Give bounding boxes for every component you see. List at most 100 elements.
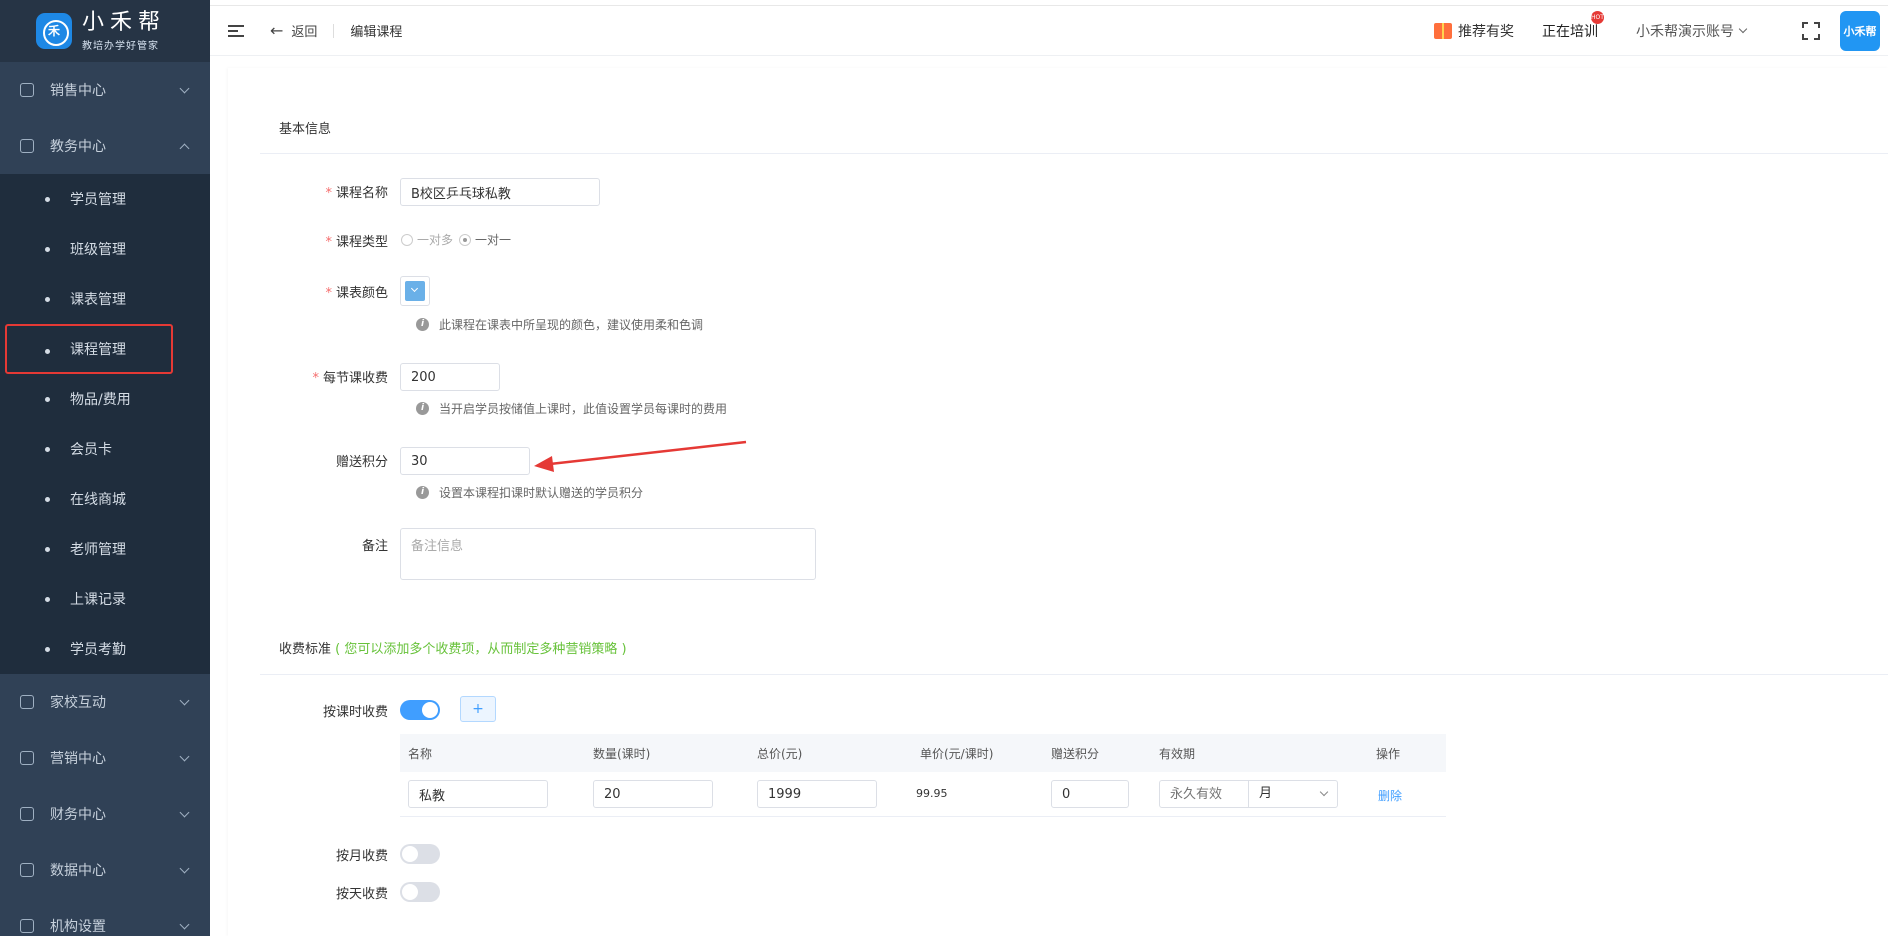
chevron-down-icon [179,919,190,930]
sidebar-item-label: 财务中心 [50,807,106,823]
divider [260,153,1888,154]
points-input[interactable] [400,447,530,475]
course-name-input[interactable] [400,178,600,206]
info-icon: i [416,486,429,499]
validity-input[interactable] [1159,780,1249,808]
column-header: 单价(元/课时) [920,747,994,761]
fee-hint: i 当开启学员按储值上课时，此值设置学员每课时的费用 [416,400,727,417]
fee-name-input[interactable] [408,780,548,808]
column-header: 名称 [408,747,433,761]
charging-title: 收费标准 ( 您可以添加多个收费项，从而制定多种营销策略 ) [279,642,627,657]
sidebar: 小禾帮 教培办学好管家 销售中心 教务中心 学员管理 班级管理 课表管理 课程管… [0,0,210,936]
divider [333,23,335,38]
points-label: 赠送积分 [335,455,388,470]
radio-label: 一对多 [417,233,454,247]
sidebar-item-label: 机构设置 [50,919,106,935]
course-type-radio-group: 一对多 一对一 [401,231,511,248]
sidebar-item-marketing[interactable]: 营销中心 [0,730,210,786]
fullscreen-icon[interactable] [1802,21,1820,40]
sidebar-item-attendance[interactable]: 学员考勤 [0,624,210,674]
radio-one-to-many[interactable] [401,233,413,246]
sidebar-item-label: 家校互动 [50,695,106,711]
column-header: 总价(元) [757,747,803,761]
sidebar-item-students[interactable]: 学员管理 [0,174,210,224]
logo-title: 小禾帮 [82,9,167,35]
sidebar-item-online-mall[interactable]: 在线商城 [0,474,210,524]
fee-total-input[interactable] [757,780,877,808]
validity-unit-select[interactable]: 月 [1248,780,1338,808]
unit-price: 99.95 [916,787,948,800]
fee-quantity-input[interactable] [593,780,713,808]
by-month-switch[interactable] [400,844,440,864]
fee-table-header: 名称 数量(课时) 总价(元) 单价(元/课时) 赠送积分 有效期 操作 [400,734,1446,772]
account-menu[interactable]: 小禾帮演示账号 [1636,21,1734,41]
logo[interactable]: 小禾帮 教培办学好管家 [0,0,210,62]
column-header: 赠送积分 [1051,747,1100,761]
hot-badge: HOT [1591,10,1604,24]
sidebar-item-classes[interactable]: 班级管理 [0,224,210,274]
color-label: * 课表颜色 [325,286,388,301]
basic-info-title: 基本信息 [279,122,332,137]
chevron-down-icon [179,863,190,874]
color-picker[interactable] [400,276,430,306]
fee-per-lesson-label: * 每节课收费 [312,371,388,386]
by-lesson-label: 按课时收费 [322,705,388,720]
sidebar-item-settings[interactable]: 机构设置 [0,898,210,936]
radio-label: 一对一 [475,233,512,247]
remark-textarea[interactable]: 备注信息 [400,528,816,580]
chevron-down-icon [1319,787,1329,797]
recommend-link[interactable]: 推荐有奖 [1458,21,1514,41]
remark-label: 备注 [361,539,388,554]
sidebar-item-data[interactable]: 数据中心 [0,842,210,898]
gear-icon [20,919,34,933]
sidebar-item-label: 营销中心 [50,751,106,767]
back-arrow-icon[interactable]: ← [270,21,283,40]
course-type-label: * 课程类型 [325,235,388,250]
color-swatch [405,281,425,301]
fee-points-input[interactable] [1051,780,1129,808]
sidebar-item-academic[interactable]: 教务中心 [0,118,210,174]
chevron-down-icon [179,695,190,706]
add-fee-button[interactable]: + [460,696,496,722]
course-name-label: * 课程名称 [325,186,388,201]
annotation-arrow [534,440,747,472]
info-icon: i [416,402,429,415]
chart-icon [20,863,34,877]
sidebar-item-home-school[interactable]: 家校互动 [0,674,210,730]
sidebar-item-goods-fees[interactable]: 物品/费用 [0,374,210,424]
header: ← 返回 编辑课程 推荐有奖 正在培训 HOT 小禾帮演示账号 小禾帮 [210,6,1888,56]
by-day-label: 按天收费 [335,887,388,902]
chevron-up-icon [179,143,190,154]
share-icon [20,751,34,765]
sidebar-item-label: 教务中心 [50,139,106,155]
sidebar-item-member-card[interactable]: 会员卡 [0,424,210,474]
avatar[interactable]: 小禾帮 [1840,10,1880,51]
gift-icon [1434,22,1452,39]
training-link[interactable]: 正在培训 HOT [1542,10,1604,41]
delete-button[interactable]: 删除 [1378,787,1402,804]
by-lesson-switch[interactable] [400,700,440,720]
fee-per-lesson-input[interactable] [400,363,500,391]
academic-submenu: 学员管理 班级管理 课表管理 课程管理 物品/费用 会员卡 在线商城 老师管理 … [0,174,210,674]
chevron-down-icon[interactable] [1738,24,1748,33]
book-icon [20,139,34,153]
logo-subtitle: 教培办学好管家 [82,40,159,52]
color-hint: i 此课程在课表中所呈现的颜色，建议使用柔和色调 [416,316,703,333]
column-header: 操作 [1376,747,1401,761]
sidebar-item-finance[interactable]: 财务中心 [0,786,210,842]
sidebar-item-class-records[interactable]: 上课记录 [0,574,210,624]
sidebar-item-schedule[interactable]: 课表管理 [0,274,210,324]
radio-one-to-one[interactable] [459,233,472,246]
info-icon: i [416,318,429,331]
back-link[interactable]: 返回 [291,21,317,40]
logo-icon [36,13,72,49]
sidebar-item-courses[interactable]: 课程管理 [5,324,173,374]
finance-icon [20,807,34,821]
sidebar-item-label: 销售中心 [50,83,106,99]
sidebar-item-sales[interactable]: 销售中心 [0,62,210,118]
training-label: 正在培训 [1542,23,1598,40]
points-hint: i 设置本课程扣课时默认赠送的学员积分 [416,484,643,501]
collapse-menu-icon[interactable] [228,24,244,37]
sidebar-item-teachers[interactable]: 老师管理 [0,524,210,574]
by-day-switch[interactable] [400,882,440,902]
